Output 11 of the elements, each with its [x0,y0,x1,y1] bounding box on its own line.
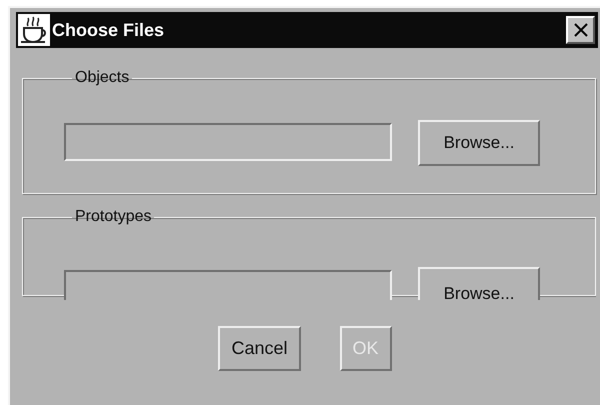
dialog-button[interactable]: Cancel [218,326,300,371]
browse-button[interactable]: Browse... [418,267,540,300]
browse-button[interactable]: Browse... [418,120,540,166]
file-path-field[interactable] [64,123,392,161]
group-label: Prototypes [74,208,152,226]
close-button[interactable] [566,16,595,44]
window-title: Choose Files [52,21,164,39]
cup-icon [18,14,50,46]
close-icon [574,23,588,37]
group-label: Objects [74,69,130,87]
file-path-field[interactable] [64,270,392,300]
